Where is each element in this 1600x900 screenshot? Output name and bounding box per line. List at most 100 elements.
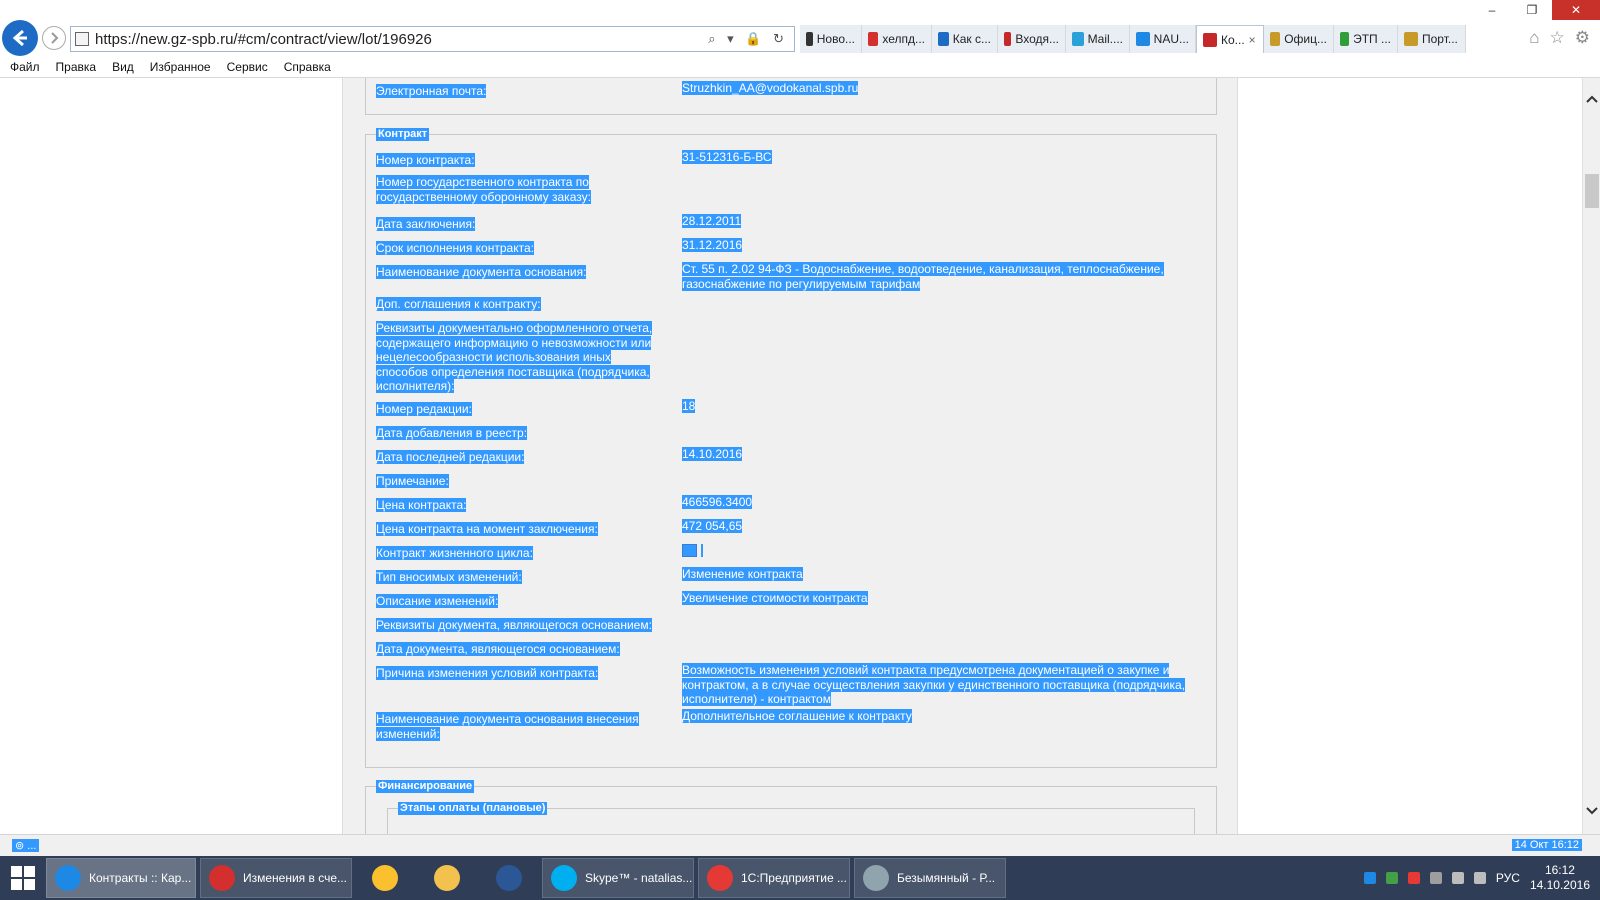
scroll-down-icon[interactable] (1583, 802, 1600, 820)
clock-time: 16:12 (1544, 863, 1575, 877)
forward-button[interactable] (42, 26, 66, 50)
browser-tab[interactable]: Порт... (1398, 25, 1466, 53)
browser-tab[interactable]: хелпд... (862, 25, 932, 53)
tab-favicon-icon (1340, 32, 1350, 46)
email-value[interactable]: Struzhkin_AA@vodokanal.spb.ru (682, 81, 1192, 96)
field-value[interactable]: 466596.3400 (682, 495, 1192, 510)
menu-item[interactable]: Избранное (150, 60, 211, 74)
field-value[interactable]: 472 054,65 (682, 519, 1192, 534)
field-value[interactable]: 31.12.2016 (682, 238, 1192, 253)
tab-close-icon[interactable]: × (1249, 33, 1256, 47)
browser-tab[interactable]: Входя... (998, 25, 1066, 53)
tray-security-icon[interactable] (1385, 872, 1398, 884)
taskbar-app[interactable]: Изменения в сче... (200, 858, 352, 898)
menu-item[interactable]: Справка (284, 60, 331, 74)
arrow-left-icon (12, 29, 27, 47)
taskbar-app[interactable] (418, 858, 476, 898)
field-label: Дата последней редакции: (376, 450, 525, 464)
menu-bar: Файл Правка Вид Избранное Сервис Справка (0, 56, 1600, 78)
taskbar-app[interactable] (356, 858, 414, 898)
url-text[interactable]: https://new.gz-spb.ru/#cm/contract/view/… (71, 31, 708, 48)
field-label: Наименование документа основания внесени… (376, 712, 639, 741)
scroll-thumb[interactable] (1585, 174, 1599, 208)
windows-logo-icon (11, 866, 35, 890)
tab-favicon-icon (1404, 32, 1418, 46)
field-value[interactable]: Ст. 55 п. 2.02 94-ФЗ - Водоснабжение, во… (682, 262, 1192, 291)
tab-favicon-icon (868, 32, 879, 46)
tab-favicon-icon (1136, 32, 1150, 46)
app-icon (434, 865, 460, 891)
checkbox-icon[interactable] (682, 544, 697, 558)
browser-tab[interactable]: ЭТП ... (1334, 25, 1398, 53)
minimize-button[interactable]: – (1472, 0, 1512, 20)
tab-favicon-icon (1270, 32, 1281, 46)
field-value[interactable]: Дополнительное соглашение к контракту (682, 709, 1192, 724)
tray-network-icon[interactable] (1363, 872, 1376, 884)
taskbar-app[interactable]: Skype™ - natalias... (542, 858, 694, 898)
taskbar-app-label: 1С:Предприятие ... (741, 871, 847, 885)
scroll-up-icon[interactable] (1583, 90, 1600, 108)
field-label: Срок исполнения контракта: (376, 241, 534, 255)
taskbar-items: Контракты :: Кар... Изменения в сче... Sky… (46, 858, 1010, 898)
browser-tab[interactable]: Как с... (932, 25, 998, 53)
tray-flag-icon[interactable] (1407, 872, 1420, 884)
field-value[interactable]: 18 (682, 399, 1192, 414)
field-label: Дата заключения: (376, 217, 476, 231)
tray-power-icon[interactable] (1451, 872, 1464, 884)
settings-icon[interactable]: ⚙ (1575, 28, 1590, 48)
tray-bluetooth-icon[interactable] (1429, 872, 1442, 884)
taskbar-app[interactable]: Контракты :: Кар... (46, 858, 196, 898)
tab-favicon-icon (938, 32, 949, 46)
address-bar[interactable]: https://new.gz-spb.ru/#cm/contract/view/… (70, 26, 795, 52)
window-controls: – ❐ ✕ (1472, 0, 1600, 20)
field-value[interactable]: Возможность изменения условий контракта … (682, 663, 1192, 707)
favorites-icon[interactable]: ☆ (1550, 28, 1565, 48)
menu-item[interactable]: Сервис (227, 60, 268, 74)
vertical-scrollbar[interactable] (1582, 78, 1600, 834)
field-label: Цена контракта на момент заключения: (376, 522, 598, 536)
tab-label: Ко... (1221, 32, 1245, 47)
browser-tab[interactable]: Mail.... (1066, 25, 1130, 53)
browser-right-icons: ⌂ ☆ ⚙ (1529, 28, 1590, 48)
taskbar-app-label: Безымянный - Р... (897, 871, 996, 885)
field-value[interactable]: Изменение контракта (682, 567, 1192, 582)
menu-item[interactable]: Правка (56, 60, 97, 74)
field-label: Номер государственного контракта по госу… (376, 175, 591, 204)
close-button[interactable]: ✕ (1552, 0, 1600, 20)
browser-tab[interactable]: Ко... × (1196, 25, 1264, 53)
payment-stages-fieldset: Этапы оплаты (плановые) (387, 802, 1195, 834)
field-label: Тип вносимых изменений: (376, 570, 522, 584)
browser-tab[interactable]: Офиц... (1264, 25, 1334, 53)
language-indicator[interactable]: РУС (1496, 871, 1520, 885)
tab-label: Mail.... (1087, 32, 1123, 46)
address-tools[interactable]: ⌕ ▾ 🔒 ↻ (708, 31, 794, 47)
field-value[interactable]: Увеличение стоимости контракта (682, 591, 1192, 606)
start-button[interactable] (0, 856, 46, 900)
maximize-button[interactable]: ❐ (1512, 0, 1552, 20)
browser-tab[interactable]: Ново... (800, 25, 862, 53)
field-label: Номер контракта: (376, 153, 475, 167)
arrow-right-icon (51, 32, 59, 44)
field-label: Причина изменения условий контракта: (376, 666, 599, 680)
system-clock[interactable]: 16:12 14.10.2016 (1530, 863, 1590, 893)
app-icon (863, 865, 889, 891)
system-tray: РУС 16:12 14.10.2016 (1363, 856, 1600, 900)
home-icon[interactable]: ⌂ (1529, 28, 1539, 48)
taskbar-app[interactable]: 1С:Предприятие ... (698, 858, 850, 898)
menu-item[interactable]: Вид (112, 60, 134, 74)
field-value[interactable]: 14.10.2016 (682, 447, 1192, 462)
field-value[interactable]: 31-512316-Б-ВС (682, 150, 1192, 165)
taskbar-app[interactable]: Безымянный - Р... (854, 858, 1006, 898)
menu-item[interactable]: Файл (10, 60, 40, 74)
tab-favicon-icon (1203, 32, 1217, 47)
back-button[interactable] (2, 20, 38, 56)
life-cycle-checkbox[interactable] (682, 543, 1192, 558)
taskbar-app[interactable] (480, 858, 538, 898)
browser-tab[interactable]: NAU... (1130, 25, 1196, 53)
selection-marker (701, 544, 703, 558)
tab-favicon-icon (806, 32, 813, 46)
tray-volume-icon[interactable] (1473, 872, 1486, 884)
status-bar: ⊚ ... 14 Окт 16:12 (0, 834, 1600, 856)
field-value[interactable]: 28.12.2011 (682, 214, 1192, 229)
finance-legend: Финансирование (376, 780, 475, 793)
